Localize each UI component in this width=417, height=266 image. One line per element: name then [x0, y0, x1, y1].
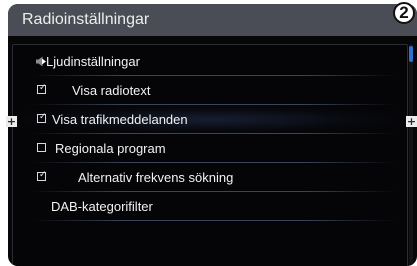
radio-settings-screen: Radioinställningar Ljudinställningar ✓ V… [8, 4, 417, 266]
list-item-visa-trafikmeddelanden[interactable]: ✓ Visa trafikmeddelanden [13, 105, 406, 134]
list-item-label: Regionala program [55, 141, 166, 156]
page: Radioinställningar Ljudinställningar ✓ V… [0, 0, 417, 266]
page-title: Radioinställningar [22, 11, 150, 28]
checkbox-visa-radiotext[interactable]: ✓ [37, 83, 47, 94]
list-item-label: Visa trafikmeddelanden [52, 112, 188, 127]
right-plus-button[interactable]: + [406, 116, 417, 127]
list-item-alternativ-frekvens-sokning[interactable]: ✓ Alternativ frekvens sökning [13, 163, 406, 192]
check-icon: ✓ [39, 170, 47, 180]
scrollbar-thumb[interactable] [409, 46, 413, 62]
header-bar: Radioinställningar [8, 4, 417, 36]
list-item-label: DAB-kategorifilter [51, 199, 153, 214]
left-plus-button[interactable]: + [6, 116, 17, 127]
list-item-ljudinstallningar[interactable]: Ljudinställningar [13, 47, 406, 76]
list-item-visa-radiotext[interactable]: ✓ Visa radiotext [13, 76, 406, 105]
checkbox-visa-trafikmeddelanden[interactable]: ✓ [37, 112, 47, 123]
list-item-label: Visa radiotext [72, 83, 151, 98]
list-item-regionala-program[interactable]: Regionala program [13, 134, 406, 163]
list-item-dab-kategorifilter[interactable]: DAB-kategorifilter [13, 192, 406, 221]
callout-number: 2 [393, 2, 415, 24]
row-divider [31, 220, 396, 221]
list-item-label: Ljudinställningar [46, 54, 140, 69]
speaker-icon [36, 56, 46, 67]
checkbox-alternativ-frekvens[interactable]: ✓ [37, 170, 47, 181]
scrollbar[interactable] [409, 44, 413, 266]
check-icon: ✓ [39, 112, 47, 122]
list-item-label: Alternativ frekvens sökning [78, 170, 234, 185]
check-icon: ✓ [39, 83, 47, 93]
checkbox-regionala-program[interactable] [37, 143, 46, 152]
